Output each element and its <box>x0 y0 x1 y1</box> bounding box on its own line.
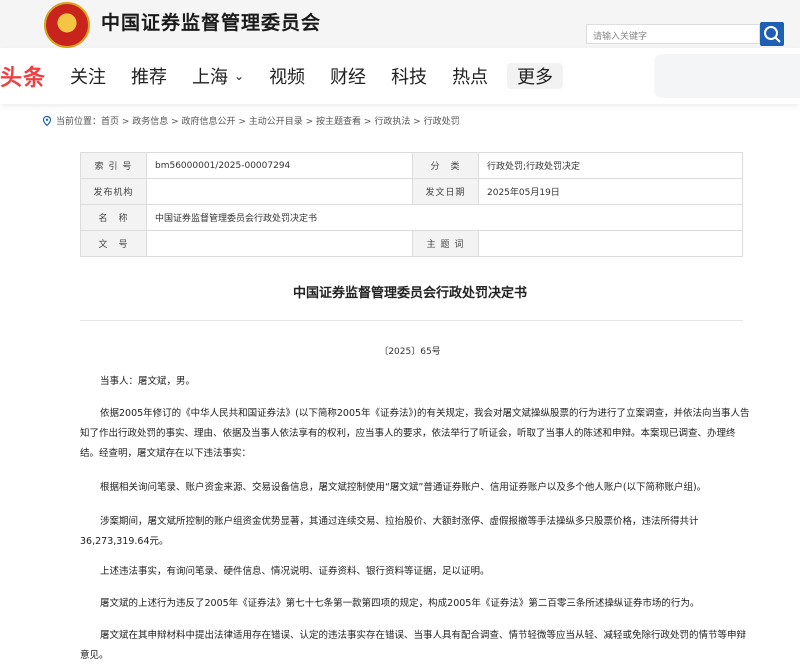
nav-tab-hot[interactable]: 热点 <box>452 63 488 89</box>
paragraph-manipulation: 涉案期间，屠文斌所控制的账户组资金优势显著，其通过连续交易、拉抬股价、大额封涨停… <box>80 516 699 547</box>
csrc-header: 中国证券监督管理委员会 请输入关键字 <box>0 0 800 48</box>
document-number: 〔2025〕65号 <box>379 347 441 357</box>
meta-topic-label: 主 题 词 <box>412 230 479 257</box>
nav-tab-video[interactable]: 视频 <box>269 63 305 89</box>
nav-tab-recommend[interactable]: 推荐 <box>131 63 167 89</box>
paragraph-basis: 依据2005年修订的《中华人民共和国证券法》(以下简称2005年《证券法》)的有… <box>80 408 750 459</box>
breadcrumb-text[interactable]: 当前位置：首页 > 政务信息 > 政府信息公开 > 主动公开目录 > 按主题查看… <box>56 114 460 127</box>
meta-date-label: 发文日期 <box>412 178 479 205</box>
search-icon <box>764 26 781 43</box>
national-emblem-icon <box>44 2 90 48</box>
nav-tabs: 关注 推荐 上海 ⌄ 视频 财经 科技 热点 更多 <box>70 63 588 89</box>
paragraph-violation: 屠文斌的上述行为违反了2005年《证券法》第七十七条第一款第四项的规定，构成20… <box>100 598 700 609</box>
paragraph-accounts: 根据相关询问笔录、账户资金来源、交易设备信息，屠文斌控制使用“屠文斌”普通证券账… <box>100 482 707 493</box>
meta-index-label: 索 引 号 <box>80 152 147 179</box>
site-title: 中国证券监督管理委员会 <box>101 12 322 34</box>
nav-tab-more[interactable]: 更多 <box>507 63 564 89</box>
meta-docno-label: 文 号 <box>80 230 147 257</box>
nav-tab-finance[interactable]: 财经 <box>330 63 366 89</box>
meta-docno-value <box>146 230 413 257</box>
chevron-down-icon: ⌄ <box>234 69 245 83</box>
title-divider <box>80 320 743 321</box>
breadcrumb: 当前位置：首页 > 政务信息 > 政府信息公开 > 主动公开目录 > 按主题查看… <box>42 114 460 127</box>
nav-search-input[interactable] <box>654 54 800 98</box>
nav-tab-city-label: 上海 <box>192 67 228 88</box>
nav-tab-follow[interactable]: 关注 <box>70 63 106 89</box>
nav-tab-city[interactable]: 上海 ⌄ <box>192 63 244 89</box>
site-search-button[interactable] <box>760 22 784 46</box>
meta-category-value: 行政处罚;行政处罚决定 <box>478 152 743 179</box>
meta-category-label: 分 类 <box>412 152 479 179</box>
meta-topic-value <box>478 230 743 257</box>
site-search-input[interactable]: 请输入关键字 <box>586 24 760 44</box>
toutiao-logo[interactable]: 头条 <box>0 60 46 92</box>
meta-date-value: 2025年05月19日 <box>478 178 743 205</box>
paragraph-defense: 屠文斌在其申辩材料中提出法律适用存在错误、认定的违法事实存在错误、当事人具有配合… <box>80 630 747 661</box>
paragraph-evidence: 上述违法事实，有询问笔录、硬件信息、情况说明、证券资料、银行资料等证据，足以证明… <box>100 566 490 577</box>
meta-issuer-label: 发布机构 <box>80 178 147 205</box>
meta-name-label: 名 称 <box>80 204 147 231</box>
document-content: 索 引 号 bm56000001/2025-00007294 分 类 行政处罚;… <box>40 134 780 667</box>
meta-issuer-value <box>146 178 413 205</box>
nav-tab-tech[interactable]: 科技 <box>391 63 427 89</box>
document-meta-table: 索 引 号 bm56000001/2025-00007294 分 类 行政处罚;… <box>80 152 743 257</box>
location-pin-icon <box>42 115 52 126</box>
top-nav-bar: 头条 关注 推荐 上海 ⌄ 视频 财经 科技 热点 更多 <box>0 48 800 104</box>
meta-index-value: bm56000001/2025-00007294 <box>146 152 413 179</box>
document-title: 中国证券监督管理委员会行政处罚决定书 <box>292 286 527 301</box>
paragraph-party: 当事人：屠文斌，男。 <box>100 376 196 387</box>
meta-name-value: 中国证券监督管理委员会行政处罚决定书 <box>146 204 743 231</box>
